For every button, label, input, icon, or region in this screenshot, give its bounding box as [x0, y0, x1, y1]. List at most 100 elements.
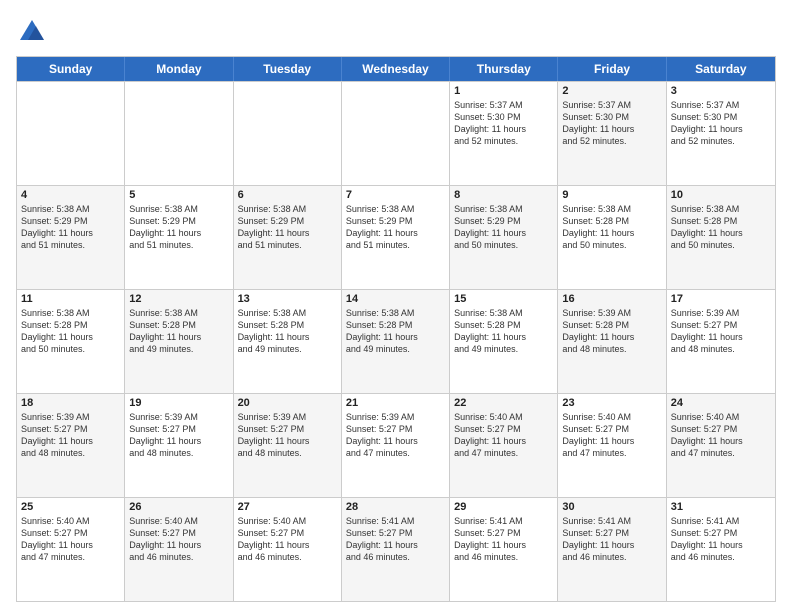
calendar-cell-empty [342, 82, 450, 185]
cell-info: Sunrise: 5:40 AM Sunset: 5:27 PM Dayligh… [129, 515, 228, 564]
calendar-cell-day-13: 13Sunrise: 5:38 AM Sunset: 5:28 PM Dayli… [234, 290, 342, 393]
calendar-body: 1Sunrise: 5:37 AM Sunset: 5:30 PM Daylig… [17, 81, 775, 601]
calendar-cell-day-6: 6 Sunrise: 5:38 AM Sunset: 5:29 PM Daylig… [234, 186, 342, 289]
cell-info: Sunrise: 5:40 AM Sunset: 5:27 PM Dayligh… [454, 411, 553, 460]
calendar-cell-day-11: 11 Sunrise: 5:38 AM Sunset: 5:28 PM Dayli… [17, 290, 125, 393]
day-number: 23 [562, 397, 661, 409]
cell-info: Sunrise: 5:40 AM Sunset: 5:27 PM Dayligh… [671, 411, 771, 460]
day-number: 15 [454, 293, 553, 305]
calendar-cell-day-9: 9 Sunrise: 5:38 AM Sunset: 5:28 PM Daylig… [558, 186, 666, 289]
day-number: 5 [129, 189, 228, 201]
calendar-cell-day-7: 7 Sunrise: 5:38 AM Sunset: 5:29 PM Daylig… [342, 186, 450, 289]
cell-info: Sunrise: 5:38 AM Sunset: 5:28 PM Dayligh… [671, 203, 771, 252]
weekday-header-friday: Friday [558, 57, 666, 81]
day-number: 2 [562, 85, 661, 97]
cell-info: Sunrise: 5:38 AM Sunset: 5:28 PM Dayligh… [129, 307, 228, 356]
calendar-cell-day-18: 18Sunrise: 5:39 AM Sunset: 5:27 PM Dayli… [17, 394, 125, 497]
calendar-cell-empty [125, 82, 233, 185]
header [16, 16, 776, 48]
day-number: 28 [346, 501, 445, 513]
cell-info: Sunrise: 5:37 AM Sunset: 5:30 PM Dayligh… [562, 99, 661, 148]
calendar-cell-day-4: 4 Sunrise: 5:38 AM Sunset: 5:29 PM Daylig… [17, 186, 125, 289]
weekday-header-saturday: Saturday [667, 57, 775, 81]
weekday-header-wednesday: Wednesday [342, 57, 450, 81]
calendar-cell-day-1: 1Sunrise: 5:37 AM Sunset: 5:30 PM Daylig… [450, 82, 558, 185]
calendar-cell-day-30: 30 Sunrise: 5:41 AM Sunset: 5:27 PM Dayli… [558, 498, 666, 601]
day-number: 14 [346, 293, 445, 305]
weekday-header-thursday: Thursday [450, 57, 558, 81]
cell-info: Sunrise: 5:38 AM Sunset: 5:28 PM Dayligh… [454, 307, 553, 356]
calendar-cell-day-16: 16 Sunrise: 5:39 AM Sunset: 5:28 PM Dayli… [558, 290, 666, 393]
day-number: 3 [671, 85, 771, 97]
cell-info: Sunrise: 5:38 AM Sunset: 5:29 PM Dayligh… [238, 203, 337, 252]
cell-info: Sunrise: 5:38 AM Sunset: 5:29 PM Dayligh… [454, 203, 553, 252]
cell-info: Sunrise: 5:37 AM Sunset: 5:30 PM Dayligh… [671, 99, 771, 148]
calendar-cell-day-21: 21 Sunrise: 5:39 AM Sunset: 5:27 PM Dayli… [342, 394, 450, 497]
cell-info: Sunrise: 5:38 AM Sunset: 5:29 PM Dayligh… [129, 203, 228, 252]
cell-info: Sunrise: 5:40 AM Sunset: 5:27 PM Dayligh… [21, 515, 120, 564]
day-number: 13 [238, 293, 337, 305]
day-number: 18 [21, 397, 120, 409]
calendar-header: SundayMondayTuesdayWednesdayThursdayFrid… [17, 57, 775, 81]
cell-info: Sunrise: 5:38 AM Sunset: 5:29 PM Dayligh… [346, 203, 445, 252]
calendar-cell-day-25: 25Sunrise: 5:40 AM Sunset: 5:27 PM Dayli… [17, 498, 125, 601]
day-number: 27 [238, 501, 337, 513]
cell-info: Sunrise: 5:41 AM Sunset: 5:27 PM Dayligh… [346, 515, 445, 564]
weekday-header-tuesday: Tuesday [234, 57, 342, 81]
cell-info: Sunrise: 5:38 AM Sunset: 5:29 PM Dayligh… [21, 203, 120, 252]
day-number: 8 [454, 189, 553, 201]
day-number: 31 [671, 501, 771, 513]
calendar-cell-day-8: 8 Sunrise: 5:38 AM Sunset: 5:29 PM Daylig… [450, 186, 558, 289]
cell-info: Sunrise: 5:40 AM Sunset: 5:27 PM Dayligh… [562, 411, 661, 460]
cell-info: Sunrise: 5:41 AM Sunset: 5:27 PM Dayligh… [454, 515, 553, 564]
day-number: 12 [129, 293, 228, 305]
calendar-cell-day-10: 10Sunrise: 5:38 AM Sunset: 5:28 PM Dayli… [667, 186, 775, 289]
day-number: 7 [346, 189, 445, 201]
calendar-cell-empty [234, 82, 342, 185]
day-number: 9 [562, 189, 661, 201]
calendar-cell-day-27: 27 Sunrise: 5:40 AM Sunset: 5:27 PM Dayli… [234, 498, 342, 601]
cell-info: Sunrise: 5:40 AM Sunset: 5:27 PM Dayligh… [238, 515, 337, 564]
day-number: 4 [21, 189, 120, 201]
page: SundayMondayTuesdayWednesdayThursdayFrid… [0, 0, 792, 612]
cell-info: Sunrise: 5:38 AM Sunset: 5:28 PM Dayligh… [21, 307, 120, 356]
day-number: 26 [129, 501, 228, 513]
day-number: 20 [238, 397, 337, 409]
calendar-cell-day-24: 24 Sunrise: 5:40 AM Sunset: 5:27 PM Dayli… [667, 394, 775, 497]
calendar-cell-empty [17, 82, 125, 185]
calendar-row-2: 4 Sunrise: 5:38 AM Sunset: 5:29 PM Daylig… [17, 185, 775, 289]
cell-info: Sunrise: 5:39 AM Sunset: 5:27 PM Dayligh… [129, 411, 228, 460]
day-number: 22 [454, 397, 553, 409]
cell-info: Sunrise: 5:39 AM Sunset: 5:28 PM Dayligh… [562, 307, 661, 356]
calendar-cell-day-28: 28 Sunrise: 5:41 AM Sunset: 5:27 PM Dayli… [342, 498, 450, 601]
weekday-header-sunday: Sunday [17, 57, 125, 81]
day-number: 17 [671, 293, 771, 305]
calendar-cell-day-23: 23 Sunrise: 5:40 AM Sunset: 5:27 PM Dayli… [558, 394, 666, 497]
calendar-cell-day-17: 17 Sunrise: 5:39 AM Sunset: 5:27 PM Dayli… [667, 290, 775, 393]
calendar-cell-day-3: 3 Sunrise: 5:37 AM Sunset: 5:30 PM Daylig… [667, 82, 775, 185]
cell-info: Sunrise: 5:39 AM Sunset: 5:27 PM Dayligh… [346, 411, 445, 460]
calendar-cell-day-12: 12 Sunrise: 5:38 AM Sunset: 5:28 PM Dayli… [125, 290, 233, 393]
cell-info: Sunrise: 5:41 AM Sunset: 5:27 PM Dayligh… [671, 515, 771, 564]
cell-info: Sunrise: 5:38 AM Sunset: 5:28 PM Dayligh… [562, 203, 661, 252]
calendar-row-3: 11 Sunrise: 5:38 AM Sunset: 5:28 PM Dayli… [17, 289, 775, 393]
day-number: 30 [562, 501, 661, 513]
day-number: 11 [21, 293, 120, 305]
calendar-cell-day-5: 5 Sunrise: 5:38 AM Sunset: 5:29 PM Daylig… [125, 186, 233, 289]
calendar-cell-day-29: 29 Sunrise: 5:41 AM Sunset: 5:27 PM Dayli… [450, 498, 558, 601]
calendar-cell-day-22: 22 Sunrise: 5:40 AM Sunset: 5:27 PM Dayli… [450, 394, 558, 497]
day-number: 24 [671, 397, 771, 409]
cell-info: Sunrise: 5:41 AM Sunset: 5:27 PM Dayligh… [562, 515, 661, 564]
day-number: 29 [454, 501, 553, 513]
logo [16, 16, 52, 48]
day-number: 21 [346, 397, 445, 409]
calendar-cell-day-14: 14Sunrise: 5:38 AM Sunset: 5:28 PM Dayli… [342, 290, 450, 393]
day-number: 16 [562, 293, 661, 305]
calendar-cell-day-26: 26 Sunrise: 5:40 AM Sunset: 5:27 PM Dayli… [125, 498, 233, 601]
calendar-cell-day-15: 15 Sunrise: 5:38 AM Sunset: 5:28 PM Dayli… [450, 290, 558, 393]
cell-info: Sunrise: 5:39 AM Sunset: 5:27 PM Dayligh… [671, 307, 771, 356]
day-number: 6 [238, 189, 337, 201]
calendar-cell-day-31: 31 Sunrise: 5:41 AM Sunset: 5:27 PM Dayli… [667, 498, 775, 601]
logo-icon [16, 16, 48, 48]
calendar-row-4: 18 Sunrise: 5:39 AM Sunset: 5:27 PM Dayli… [17, 393, 775, 497]
